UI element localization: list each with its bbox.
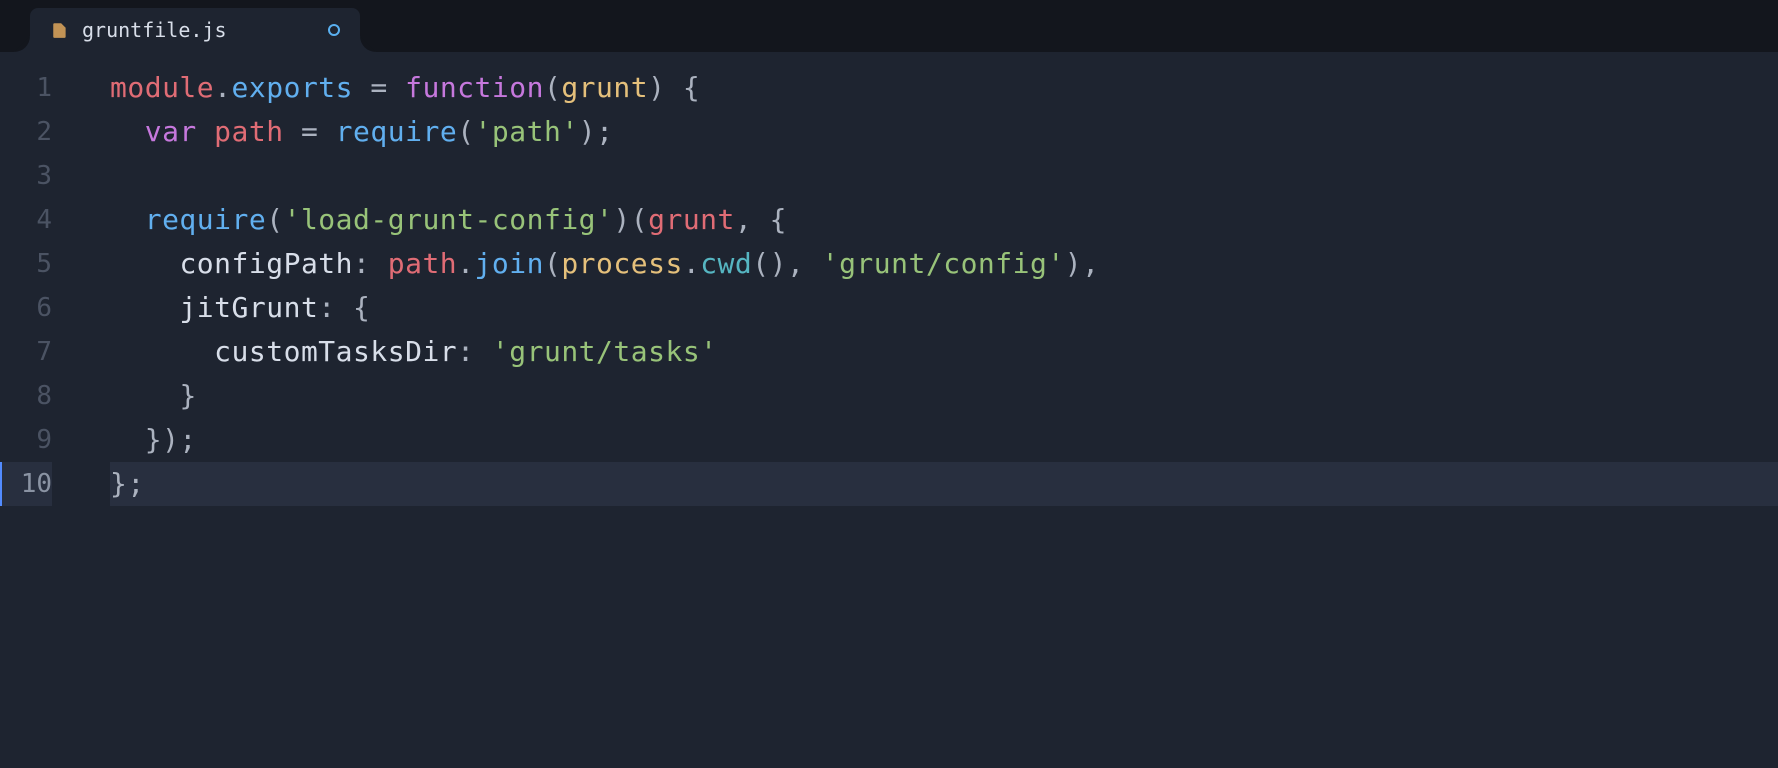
code-line[interactable]: }; <box>110 462 1778 506</box>
code-line[interactable]: var path = require('path'); <box>110 110 1778 154</box>
line-number[interactable]: 9 <box>3 418 52 462</box>
tab-title: gruntfile.js <box>82 18 316 42</box>
file-tab[interactable]: gruntfile.js <box>30 8 360 52</box>
code-line[interactable]: } <box>110 374 1778 418</box>
line-number[interactable]: 4 <box>3 198 52 242</box>
line-number[interactable]: 6 <box>3 286 52 330</box>
gutter: 1 2 3 4 5 6 7 8 9 10 <box>0 66 70 768</box>
editor: 1 2 3 4 5 6 7 8 9 10 module.exports = fu… <box>0 52 1778 768</box>
code-line[interactable]: jitGrunt: { <box>110 286 1778 330</box>
code-line[interactable] <box>110 154 1778 198</box>
line-number[interactable]: 1 <box>3 66 52 110</box>
file-icon <box>50 20 70 40</box>
code-line[interactable]: configPath: path.join(process.cwd(), 'gr… <box>110 242 1778 286</box>
line-number[interactable]: 5 <box>3 242 52 286</box>
tab-bar: gruntfile.js <box>0 0 1778 52</box>
code-line[interactable]: require('load-grunt-config')(grunt, { <box>110 198 1778 242</box>
line-number[interactable]: 3 <box>3 154 52 198</box>
code-line[interactable]: module.exports = function(grunt) { <box>110 66 1778 110</box>
code-area[interactable]: module.exports = function(grunt) { var p… <box>70 66 1778 768</box>
modified-indicator-icon[interactable] <box>328 24 340 36</box>
code-line[interactable]: customTasksDir: 'grunt/tasks' <box>110 330 1778 374</box>
line-number[interactable]: 10 <box>0 462 52 506</box>
code-line[interactable]: }); <box>110 418 1778 462</box>
line-number[interactable]: 2 <box>3 110 52 154</box>
line-number[interactable]: 8 <box>3 374 52 418</box>
line-number[interactable]: 7 <box>3 330 52 374</box>
